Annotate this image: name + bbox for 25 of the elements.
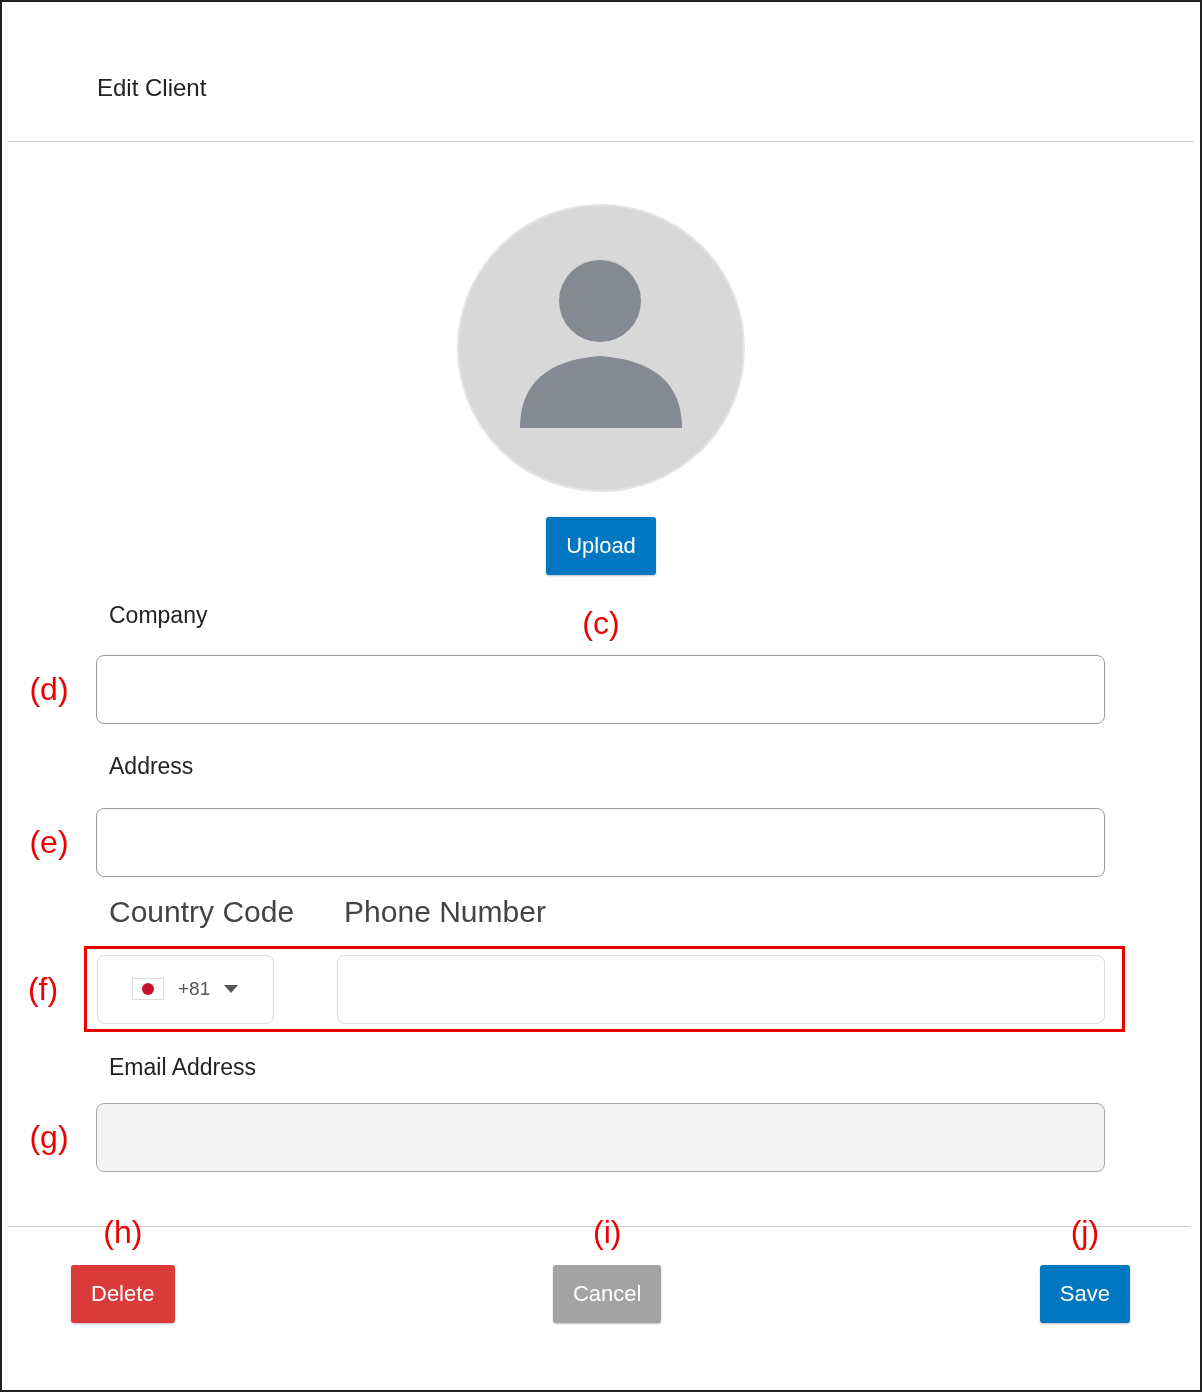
- annotation-label: (i): [593, 1214, 622, 1251]
- avatar-icon: [457, 204, 745, 492]
- upload-button[interactable]: Upload: [546, 517, 656, 575]
- field-label: Company: [109, 601, 208, 629]
- annotation-label: (c): [582, 604, 620, 642]
- cancel-button[interactable]: Cancel: [552, 1265, 662, 1323]
- field-label: Country Code: [109, 894, 295, 929]
- text-field[interactable]: [96, 655, 1105, 724]
- annotation-label: (e): [29, 824, 69, 861]
- annotation-label: (f): [27, 970, 59, 1008]
- annotation-label: (j): [1070, 1214, 1100, 1251]
- delete-button[interactable]: Delete: [71, 1265, 175, 1323]
- flag-icon: [132, 978, 164, 1000]
- save-button[interactable]: Save: [1039, 1265, 1130, 1323]
- field-label: Phone Number: [344, 894, 546, 929]
- annotation-label: (g): [29, 1119, 69, 1156]
- text-field[interactable]: [96, 808, 1105, 877]
- annotation-label: (d): [29, 671, 69, 708]
- dialog-title: Edit Client: [97, 73, 207, 102]
- field-label: Email Address: [109, 1054, 256, 1081]
- country-code-select[interactable]: +81: [97, 954, 274, 1024]
- field-label: Address: [109, 752, 194, 780]
- annotation-label: (h): [103, 1214, 143, 1251]
- caret-icon: [224, 985, 239, 993]
- phone-field[interactable]: [337, 954, 1105, 1024]
